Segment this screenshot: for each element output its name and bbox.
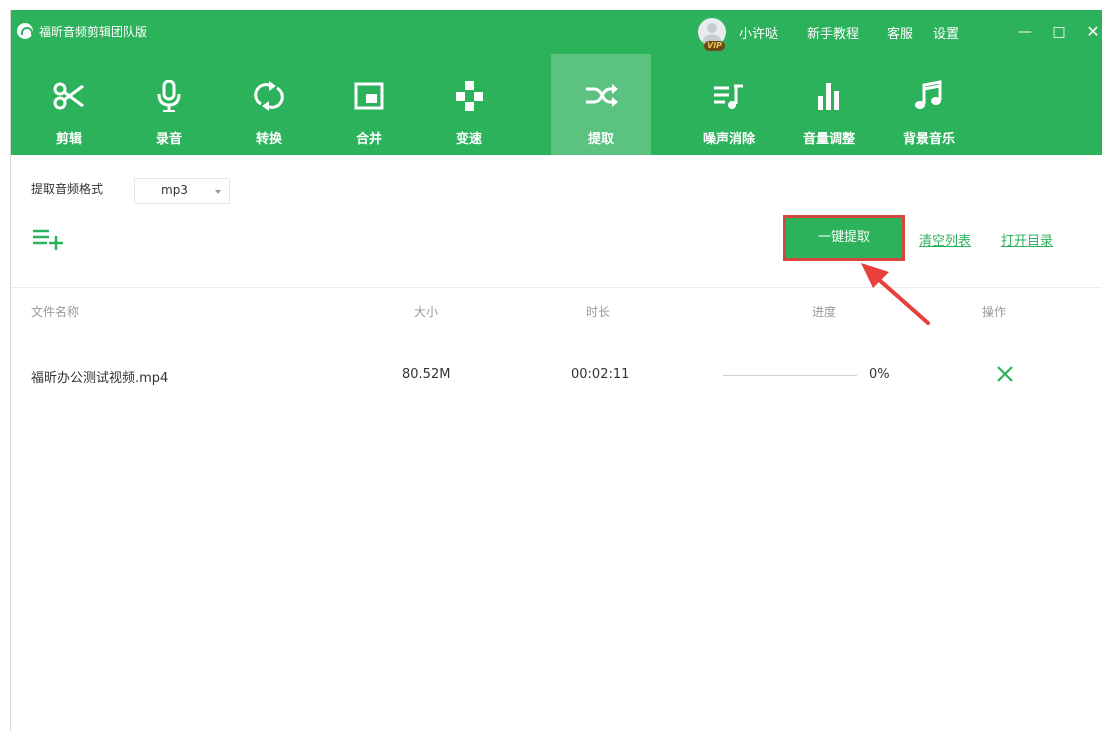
- convert-arrows-icon: [254, 81, 284, 111]
- app-title: 福昕音频剪辑团队版: [39, 25, 148, 39]
- divider: [11, 287, 1102, 288]
- column-header-size: 大小: [414, 305, 439, 319]
- format-select[interactable]: mp3: [134, 178, 230, 204]
- user-name[interactable]: 小许哒: [739, 23, 778, 42]
- service-link[interactable]: 客服: [887, 23, 913, 42]
- remove-file-icon[interactable]: [994, 363, 1016, 385]
- extract-all-button[interactable]: 一键提取: [783, 215, 905, 261]
- denoise-icon: [714, 84, 743, 109]
- tool-edit-label: 剪辑: [55, 132, 82, 147]
- tool-record-label: 录音: [155, 132, 182, 147]
- shuffle-icon: [586, 84, 618, 107]
- close-button[interactable]: ✕: [1083, 22, 1102, 42]
- settings-link[interactable]: 设置: [933, 23, 959, 42]
- column-header-duration: 时长: [586, 305, 611, 319]
- tool-extract[interactable]: 提取: [551, 54, 651, 155]
- microphone-icon: [157, 80, 181, 112]
- column-header-operation: 操作: [982, 305, 1007, 319]
- merge-icon: [354, 82, 384, 110]
- file-size: 80.52M: [402, 367, 451, 382]
- clear-list-link[interactable]: 清空列表: [919, 230, 971, 249]
- tool-edit[interactable]: 剪辑: [19, 54, 119, 155]
- progress-text: 0%: [869, 367, 890, 382]
- tool-volume[interactable]: 音量调整: [779, 54, 879, 155]
- scissors-icon: [53, 82, 84, 110]
- app-logo-icon: [17, 23, 33, 39]
- tutorial-link[interactable]: 新手教程: [807, 23, 859, 42]
- tool-extract-label: 提取: [587, 132, 614, 147]
- tool-volume-label: 音量调整: [802, 132, 855, 147]
- file-name: 福昕办公测试视频.mp4: [31, 371, 169, 386]
- tool-bgm[interactable]: 背景音乐: [879, 54, 979, 155]
- app-header: 福昕音频剪辑团队版 VIP 小许哒 新手教程 客服 设置 — □ ✕ 剪辑 录音…: [11, 10, 1102, 155]
- open-folder-link[interactable]: 打开目录: [1001, 230, 1053, 249]
- tool-record[interactable]: 录音: [119, 54, 219, 155]
- file-duration: 00:02:11: [571, 367, 630, 382]
- progress-bar: [723, 375, 857, 376]
- maximize-button[interactable]: □: [1049, 22, 1069, 42]
- music-note-icon: [915, 80, 942, 109]
- tool-speed[interactable]: 变速: [419, 54, 519, 155]
- tool-bgm-label: 背景音乐: [902, 132, 955, 147]
- title-bar: 福昕音频剪辑团队版 VIP 小许哒 新手教程 客服 设置 — □ ✕: [11, 10, 1102, 54]
- vip-badge: VIP: [704, 41, 726, 51]
- minimize-button[interactable]: —: [1015, 22, 1035, 42]
- tool-denoise[interactable]: 噪声消除: [679, 54, 779, 155]
- main-toolbar: 剪辑 录音 转换 合并 变速 提取 噪声消除 音量调整 背景音乐: [11, 54, 1102, 155]
- column-header-progress: 进度: [812, 305, 837, 319]
- tool-speed-label: 变速: [455, 132, 482, 147]
- column-header-name: 文件名称: [31, 305, 80, 319]
- tool-merge-label: 合并: [355, 132, 382, 147]
- app-window: 福昕音频剪辑团队版 VIP 小许哒 新手教程 客服 设置 — □ ✕ 剪辑 录音…: [10, 10, 1102, 731]
- speed-icon: [456, 81, 483, 111]
- volume-bars-icon: [818, 83, 839, 110]
- add-file-button[interactable]: [31, 226, 65, 252]
- tool-merge[interactable]: 合并: [319, 54, 419, 155]
- tool-convert-label: 转换: [255, 132, 282, 147]
- format-label: 提取音频格式: [31, 182, 104, 196]
- tool-denoise-label: 噪声消除: [702, 132, 755, 147]
- format-select-value: mp3: [161, 183, 188, 197]
- chevron-down-icon: [215, 190, 221, 194]
- tool-convert[interactable]: 转换: [219, 54, 319, 155]
